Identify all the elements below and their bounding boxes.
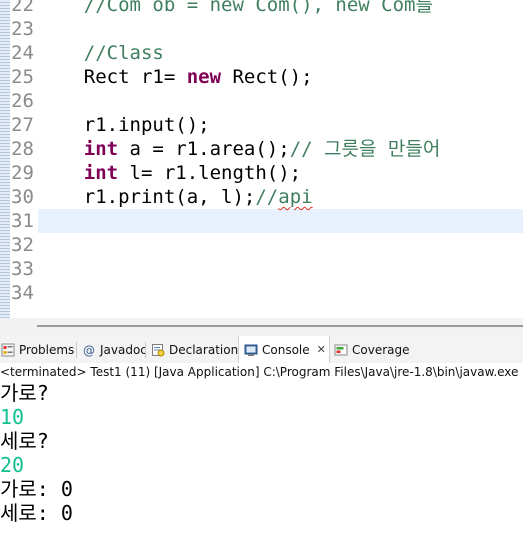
problems-icon [1,343,15,357]
views-tab-bar: Problems @ Javadoc Declaration Console ✕… [0,336,523,364]
line-number-26: 26 [11,90,34,112]
console-icon [244,343,258,357]
editor-gutter [0,0,10,318]
code-keyword: int [83,162,119,184]
code-line-25[interactable]: Rect r1= new Rect(); [38,65,523,89]
code-text: Rect(); [221,66,313,88]
line-number-ruler: 22 23 24 25 26 27 28 29 30 31 32 33 34 [10,0,38,318]
code-editor[interactable]: 22 23 24 25 26 27 28 29 30 31 32 33 34 /… [0,0,523,318]
tab-label: Problems [19,342,75,357]
editor-splitter[interactable] [0,318,523,336]
code-comment: //Class [83,42,164,64]
line-number-25: 25 [11,66,34,88]
line-number-30: 30 [11,186,34,208]
current-line-highlight [38,209,523,233]
line-number-34: 34 [11,282,34,304]
code-text: l= r1.length(); [118,162,302,184]
code-line-30[interactable]: r1.print(a, l);//api [38,185,523,209]
code-text: r1.print(a, l); [83,186,256,208]
line-number-27: 27 [11,114,34,136]
code-text: r1.input(); [83,114,210,136]
code-keyword: int [83,138,119,160]
line-number-33: 33 [11,258,34,280]
tab-coverage[interactable]: Coverage [334,336,410,363]
tab-declaration[interactable]: Declaration [151,336,238,363]
tab-label: Coverage [352,342,410,357]
console-output-line: 세로? [0,429,49,453]
code-line-27[interactable]: r1.input(); [38,113,523,137]
coverage-icon [334,343,348,357]
declaration-icon [151,343,165,357]
code-line-22[interactable]: //Com ob = new Com(), new Com를 [38,0,523,17]
console-process-description: <terminated> Test1 (11) [Java Applicatio… [0,363,523,381]
line-number-31: 31 [11,210,34,232]
code-line-29[interactable]: int l= r1.length(); [38,161,523,185]
console-output-line: 가로? [0,381,49,405]
code-line-28[interactable]: int a = r1.area();// 그릇을 만들어 [38,137,523,161]
code-keyword: new [186,66,222,88]
tab-divider [76,342,77,358]
splitter-line [37,325,523,327]
code-text: Rect r1= [83,66,187,88]
tab-javadoc[interactable]: @ Javadoc [82,336,147,363]
console-input-line: 10 [0,405,25,429]
console-output-line: 세로: 0 [0,501,73,525]
close-icon[interactable]: ✕ [317,343,326,356]
code-comment: // 그릇을 만들어 [289,138,441,160]
javadoc-icon: @ [82,343,96,357]
tab-label: Javadoc [100,342,147,357]
console-output-line: 가로: 0 [0,477,73,501]
line-number-32: 32 [11,234,34,256]
line-number-24: 24 [11,42,34,64]
line-number-23: 23 [11,18,34,40]
tab-label: Console [262,342,310,357]
code-comment: // [255,186,279,208]
svg-text:@: @ [83,343,95,357]
console-input-line: 20 [0,453,25,477]
code-text: a = r1.area(); [118,138,290,160]
code-comment-misspelled: api [278,186,313,208]
line-number-29: 29 [11,162,34,184]
code-line-24[interactable]: //Class [38,41,523,65]
tab-problems[interactable]: Problems [1,336,74,363]
tab-label: Declaration [169,342,239,357]
tab-divider [145,342,146,358]
code-comment: //Com ob = new Com(), new Com를 [83,0,445,16]
line-number-28: 28 [11,138,34,160]
tab-console[interactable]: Console ✕ [238,336,330,363]
line-number-22: 22 [11,0,34,16]
